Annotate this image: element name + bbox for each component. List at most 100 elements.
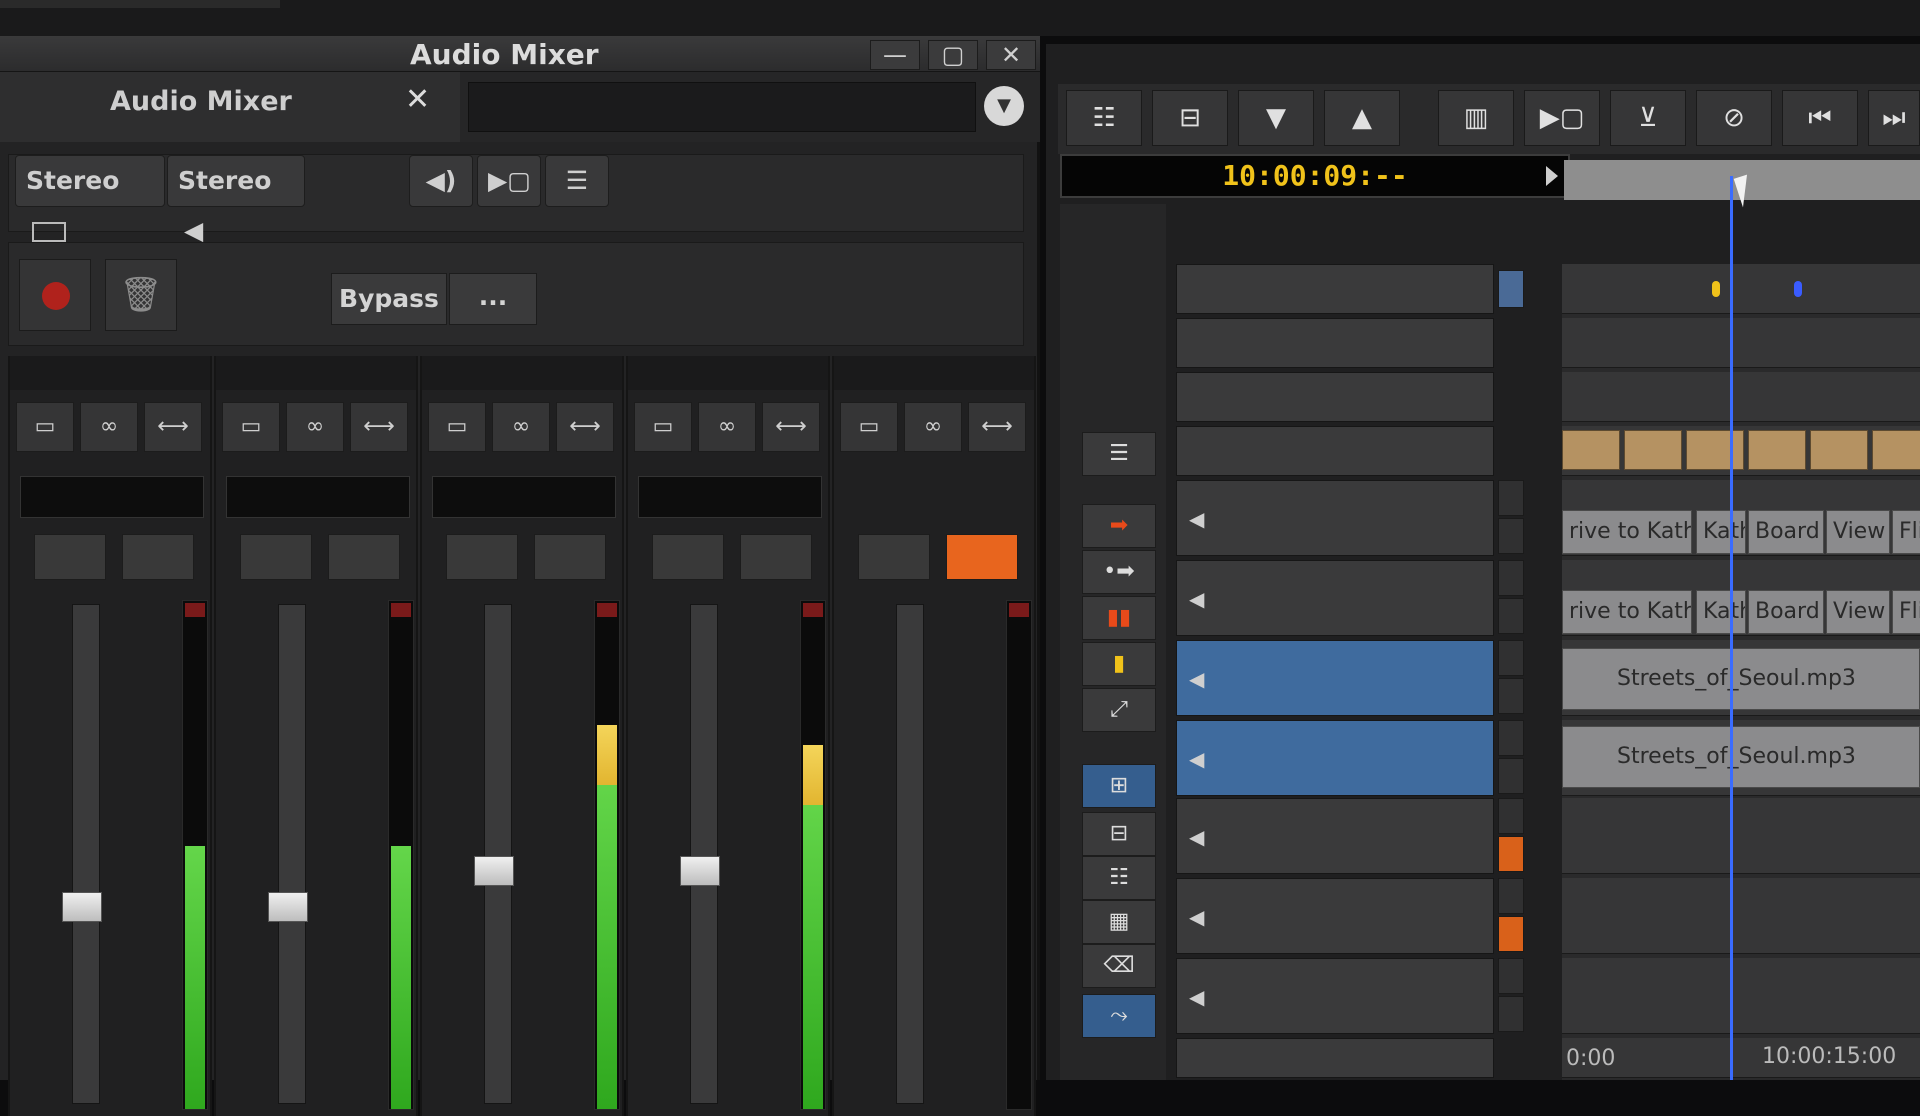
video-clip[interactable]: [1748, 430, 1806, 470]
audio-clip[interactable]: Kath: [1696, 590, 1746, 634]
overwrite-icon[interactable]: ▮▮: [1082, 596, 1156, 640]
stereo-link-icon[interactable]: ▭: [222, 402, 280, 452]
track-mute-button[interactable]: [1498, 996, 1524, 1032]
track-solo-button[interactable]: [1498, 878, 1524, 914]
video-clip[interactable]: [1624, 430, 1682, 470]
minimize-button[interactable]: —: [870, 40, 920, 70]
link-icon[interactable]: ∞: [286, 402, 344, 452]
mark-out-icon[interactable]: ▲: [1324, 90, 1400, 146]
track-mute-button[interactable]: [1498, 598, 1524, 634]
maximize-button[interactable]: ▢: [928, 40, 978, 70]
collapse-icon[interactable]: ⊻: [1610, 90, 1686, 146]
speaker-icon[interactable]: ◀: [1189, 799, 1204, 875]
track-solo-button[interactable]: [1498, 720, 1524, 756]
video-clip[interactable]: [1562, 430, 1620, 470]
splice-icon[interactable]: •➡: [1082, 550, 1156, 594]
volume-fader-knob[interactable]: [680, 856, 720, 886]
settings-sliders-icon[interactable]: ☷: [1082, 856, 1156, 900]
mute-button[interactable]: [328, 534, 400, 580]
automation-icon[interactable]: ⤳: [1082, 994, 1156, 1038]
link-selection-icon[interactable]: ⊞: [1082, 764, 1156, 808]
track-selector[interactable]: ◀: [1176, 720, 1494, 796]
pan-arrows-icon[interactable]: ⟷: [350, 402, 408, 452]
track-selector[interactable]: ◀: [1176, 878, 1494, 954]
audio-loop-button[interactable]: ◀): [409, 155, 473, 207]
speaker-icon[interactable]: ◀: [1189, 959, 1204, 1035]
track-solo-button[interactable]: [1498, 958, 1524, 994]
stereo-link-icon[interactable]: ▭: [634, 402, 692, 452]
track-lock-icon[interactable]: [1498, 270, 1524, 308]
speaker-icon[interactable]: ◀: [1189, 721, 1204, 797]
mixer-title-bar[interactable]: Audio Mixer — ▢ ✕: [0, 36, 1040, 72]
output-select-1[interactable]: Stereo: [15, 155, 165, 242]
track-solo-button[interactable]: [1498, 480, 1524, 516]
timecode-display[interactable]: 10:00:09:--: [1060, 154, 1570, 198]
track-selector[interactable]: ◀: [1176, 640, 1494, 716]
track-selector[interactable]: [1176, 372, 1494, 422]
track-solo-button[interactable]: [1498, 798, 1524, 834]
audio-clip[interactable]: rive to Kath: [1562, 510, 1692, 554]
timeline-lane[interactable]: [1562, 372, 1920, 422]
playhead[interactable]: [1730, 176, 1733, 1080]
solo-button[interactable]: [240, 534, 312, 580]
bypass-button[interactable]: Bypass: [331, 273, 447, 325]
monitor-icon[interactable]: ⊟: [1082, 812, 1156, 856]
timeline-lane[interactable]: [1562, 798, 1920, 874]
link-icon[interactable]: ∞: [698, 402, 756, 452]
stereo-link-icon[interactable]: ▭: [840, 402, 898, 452]
fader-track[interactable]: [72, 604, 100, 1104]
video-clip[interactable]: [1872, 430, 1920, 470]
input-label[interactable]: [226, 476, 410, 518]
timecode-arrow-icon[interactable]: [1546, 166, 1558, 186]
locator-marker[interactable]: [1794, 281, 1802, 297]
timeline-lane[interactable]: [1562, 958, 1920, 1034]
record-monitor-icon[interactable]: ⊟: [1152, 90, 1228, 146]
solo-button[interactable]: [446, 534, 518, 580]
solo-button[interactable]: [34, 534, 106, 580]
link-icon[interactable]: ∞: [492, 402, 550, 452]
mute-button[interactable]: [740, 534, 812, 580]
tab-audio-mixer[interactable]: Audio Mixer ✕: [0, 72, 460, 142]
close-tab-icon[interactable]: ✕: [405, 82, 430, 117]
speaker-icon[interactable]: ◀: [1189, 641, 1204, 717]
track-selector[interactable]: ◀: [1176, 560, 1494, 636]
music-clip[interactable]: Streets_of_Seoul.mp3: [1562, 726, 1920, 788]
audio-clip[interactable]: Board: [1748, 510, 1824, 554]
link-icon[interactable]: ∞: [904, 402, 962, 452]
audio-clip[interactable]: Flig: [1892, 510, 1920, 554]
red-arrow-icon[interactable]: ➡: [1082, 504, 1156, 548]
disable-icon[interactable]: ⊘: [1696, 90, 1772, 146]
volume-fader-knob[interactable]: [268, 892, 308, 922]
audio-clip[interactable]: Kath: [1696, 510, 1746, 554]
close-window-button[interactable]: ✕: [986, 40, 1036, 70]
track-mute-button[interactable]: [1498, 836, 1524, 872]
fader-track[interactable]: [484, 604, 512, 1104]
track-selector[interactable]: [1176, 426, 1494, 476]
track-selector[interactable]: [1176, 318, 1494, 368]
input-label[interactable]: [638, 476, 822, 518]
volume-fader-knob[interactable]: [62, 892, 102, 922]
solo-button[interactable]: [858, 534, 930, 580]
fader-track[interactable]: [896, 604, 924, 1104]
video-clip[interactable]: [1810, 430, 1868, 470]
more-options-button[interactable]: ...: [449, 273, 537, 325]
mute-button[interactable]: [946, 534, 1018, 580]
fader-track[interactable]: [278, 604, 306, 1104]
mute-button[interactable]: [534, 534, 606, 580]
fader-track[interactable]: [690, 604, 718, 1104]
lift-overwrite-icon[interactable]: ☰: [1082, 432, 1156, 476]
chevron-down-icon[interactable]: ▼: [984, 86, 1024, 126]
solo-button[interactable]: [652, 534, 724, 580]
extract-icon[interactable]: ▮: [1082, 642, 1156, 686]
grid-icon[interactable]: ▦: [1082, 900, 1156, 944]
track-selector[interactable]: [1176, 264, 1494, 314]
link-icon[interactable]: ∞: [80, 402, 138, 452]
pan-arrows-icon[interactable]: ⟷: [968, 402, 1026, 452]
mixer-settings-icon[interactable]: ☷: [1066, 90, 1142, 146]
output-select-2[interactable]: Stereo ◀: [167, 155, 305, 245]
pan-arrows-icon[interactable]: ⟷: [556, 402, 614, 452]
speaker-icon[interactable]: ◀: [1189, 481, 1204, 557]
desktop-tab[interactable]: [0, 0, 280, 8]
stereo-link-icon[interactable]: ▭: [428, 402, 486, 452]
trash-icon[interactable]: 🗑: [105, 259, 177, 331]
